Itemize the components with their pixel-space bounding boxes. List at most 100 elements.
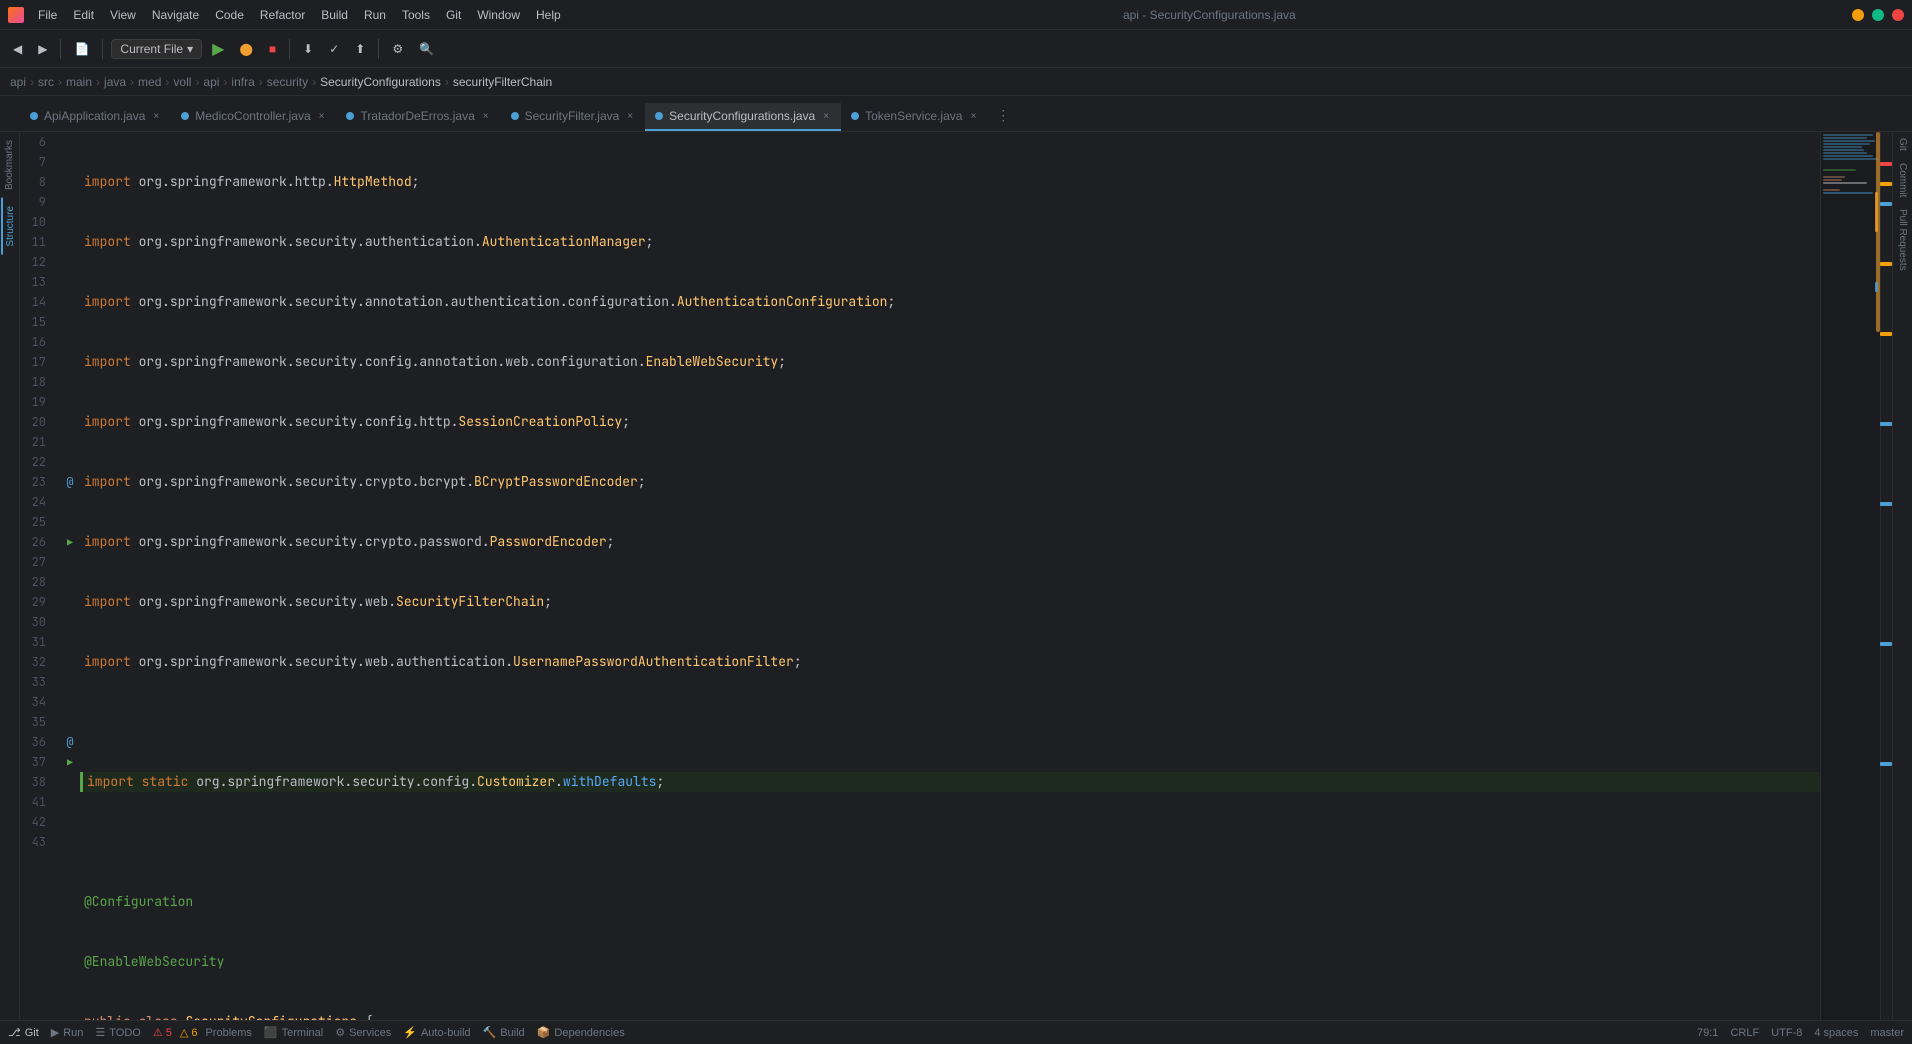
breadcrumb-med[interactable]: med [138,75,161,89]
menu-git[interactable]: Git [440,6,467,24]
warning-icon: △ [180,1026,188,1039]
settings-button[interactable]: ⚙ [387,39,408,59]
breadcrumb-sep-5: › [165,75,169,89]
menu-bar: File Edit View Navigate Code Refactor Bu… [32,6,567,24]
linenum-35: 35 [20,712,52,732]
commit-tab[interactable]: Commit [1895,157,1910,203]
breadcrumb-security[interactable]: security [267,75,308,89]
line-numbers: 6 7 8 9 10 11 12 13 14 15 16 17 18 19 20… [20,132,60,1020]
run-scope-chevron: ▾ [187,42,193,56]
breadcrumb-infra[interactable]: infra [231,75,254,89]
breadcrumb-src[interactable]: src [38,75,54,89]
status-terminal[interactable]: ⬛ Terminal [264,1026,323,1039]
breadcrumb-java[interactable]: java [104,75,126,89]
menu-navigate[interactable]: Navigate [146,6,205,24]
run-label: Run [63,1027,83,1039]
tab-close-securityfilter[interactable]: × [625,110,635,123]
git-update-button[interactable]: ⬇ [298,39,318,59]
tab-close-apiapplication[interactable]: × [151,110,161,123]
status-auto-build[interactable]: ⚡ Auto-build [403,1026,470,1039]
status-indent[interactable]: 4 spaces [1814,1027,1858,1039]
run-button[interactable]: ▶ [208,37,228,61]
status-dependencies[interactable]: 📦 Dependencies [537,1026,625,1039]
status-build[interactable]: 🔨 Build [483,1026,525,1039]
gutter-icon-23b[interactable]: ▶ [62,532,78,552]
pull-requests-tab[interactable]: Pull Requests [1895,203,1910,277]
git-commit-button[interactable]: ✓ [324,39,344,59]
menu-code[interactable]: Code [209,6,250,24]
breadcrumb-main[interactable]: main [66,75,92,89]
tab-securityfilter[interactable]: SecurityFilter.java × [501,103,646,131]
code-line-20: public class SecurityConfigurations { [80,1012,1820,1020]
code-line-18: @Configuration [80,892,1820,912]
debug-button[interactable]: ⬤ [234,39,257,59]
forward-button[interactable]: ▶ [33,39,52,59]
run-scope-label: Current File [120,42,183,56]
menu-file[interactable]: File [32,6,63,24]
breadcrumb-class[interactable]: SecurityConfigurations [320,75,441,89]
structure-tab[interactable]: Structure [1,198,18,255]
code-text[interactable]: import org.springframework.http.HttpMeth… [80,132,1820,1020]
status-todo[interactable]: ☰ TODO [95,1026,140,1039]
gutter-icon-23[interactable]: @ [62,472,78,492]
status-services[interactable]: ⚙ Services [335,1026,391,1039]
title-bar: File Edit View Navigate Code Refactor Bu… [0,0,1912,30]
run-scope-selector[interactable]: Current File ▾ [111,39,202,59]
info-indicator-1 [1880,202,1892,206]
gutter-icon-33[interactable]: @ [62,732,78,752]
tab-medicocontroller[interactable]: MedicoController.java × [171,103,336,131]
minimap[interactable] [1820,132,1880,1020]
breadcrumb-sep-8: › [259,75,263,89]
linenum-22: 22 [20,452,52,472]
tab-close-securityconfigurations[interactable]: × [821,110,831,123]
code-line-14: import org.springframework.security.web.… [80,652,1820,672]
tab-label-tokenservice: TokenService.java [865,109,962,123]
tab-tokenservice[interactable]: TokenService.java × [841,103,988,131]
menu-edit[interactable]: Edit [67,6,100,24]
status-line-col[interactable]: 79:1 [1697,1027,1718,1039]
info-indicator-3 [1880,502,1892,506]
status-problems[interactable]: ⚠ 5 △ 6 Problems [153,1026,252,1039]
linenum-34: 34 [20,692,52,712]
tab-tratador[interactable]: TratadorDeErros.java × [336,103,500,131]
menu-help[interactable]: Help [530,6,567,24]
tab-close-tratador[interactable]: × [481,110,491,123]
more-tabs-button[interactable]: ⋮ [988,101,1018,131]
recent-files-button[interactable]: 📄 [69,39,94,59]
bookmarks-tab[interactable]: Bookmarks [2,132,17,198]
left-vertical-tabs: Bookmarks Structure [0,132,20,1020]
menu-run[interactable]: Run [358,6,392,24]
breadcrumb-voll[interactable]: voll [173,75,191,89]
search-everywhere-button[interactable]: 🔍 [414,39,439,59]
status-right: 79:1 CRLF UTF-8 4 spaces master [1697,1027,1904,1039]
menu-window[interactable]: Window [471,6,526,24]
git-push-button[interactable]: ⬆ [350,39,370,59]
menu-view[interactable]: View [104,6,142,24]
breadcrumb-api2[interactable]: api [203,75,219,89]
breadcrumb-method[interactable]: securityFilterChain [453,75,552,89]
git-changes-tab[interactable]: Git [1895,132,1910,157]
status-git[interactable]: ⎇ Git [8,1026,39,1039]
breadcrumb-api[interactable]: api [10,75,26,89]
close-button[interactable] [1892,9,1904,21]
status-run[interactable]: ▶ Run [51,1026,84,1039]
menu-refactor[interactable]: Refactor [254,6,311,24]
status-branch[interactable]: master [1870,1027,1904,1039]
tab-apiapplication[interactable]: ApiApplication.java × [20,103,171,131]
status-charset[interactable]: UTF-8 [1771,1027,1802,1039]
tab-securityconfigurations[interactable]: SecurityConfigurations.java × [645,103,841,131]
gutter-icon-33b[interactable]: ▶ [62,752,78,772]
back-button[interactable]: ◀ [8,39,27,59]
linenum-29: 29 [20,592,52,612]
tab-close-tokenservice[interactable]: × [968,110,978,123]
maximize-button[interactable] [1872,9,1884,21]
stop-button[interactable]: ■ [264,39,281,59]
tab-dot-medicocontroller [181,112,189,120]
error-icon: ⚠ [153,1026,163,1039]
info-indicator-4 [1880,642,1892,646]
minimize-button[interactable] [1852,9,1864,21]
menu-tools[interactable]: Tools [396,6,436,24]
menu-build[interactable]: Build [315,6,354,24]
status-line-ending[interactable]: CRLF [1730,1027,1759,1039]
tab-close-medicocontroller[interactable]: × [317,110,327,123]
